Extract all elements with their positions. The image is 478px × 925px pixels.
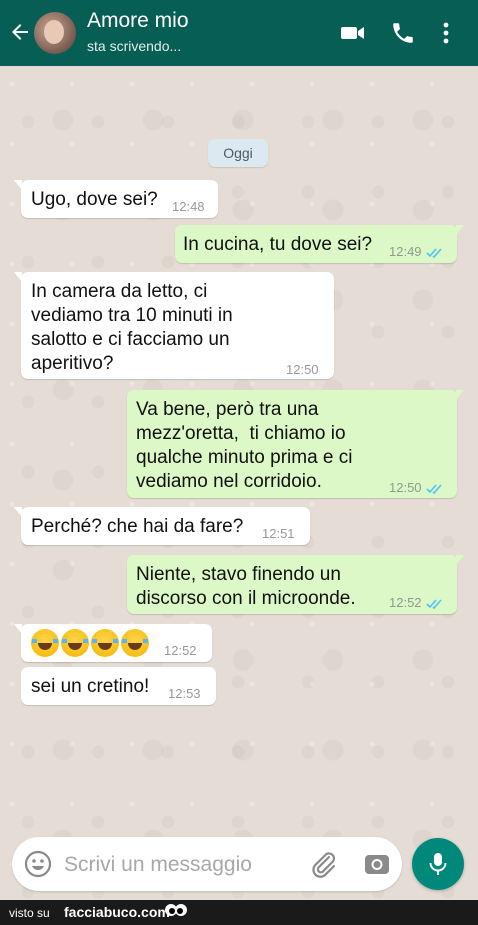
face-with-tears-of-joy-icon — [61, 629, 89, 657]
message-text: In cucina, tu dove sei? — [183, 234, 373, 255]
message-outgoing[interactable]: Va bene, però tra una mezz'oretta, ti ch… — [127, 390, 464, 498]
message-time: 12:49 — [389, 244, 422, 259]
video-call-icon[interactable] — [340, 20, 366, 46]
avatar[interactable] — [34, 12, 76, 54]
message-input[interactable] — [62, 847, 306, 883]
message-incoming[interactable]: 12:52 — [14, 624, 212, 664]
message-text: In camera da letto, ci vediamo tra 10 mi… — [31, 281, 233, 374]
read-double-check-icon — [425, 484, 442, 495]
camera-icon[interactable] — [363, 850, 391, 878]
message-incoming[interactable]: sei un cretino! 12:53 — [21, 667, 216, 705]
message-incoming[interactable]: In camera da letto, ci vediamo tra 10 mi… — [14, 272, 334, 379]
message-time: 12:50 — [286, 362, 319, 377]
message-composer — [12, 837, 402, 891]
message-time: 12:52 — [389, 595, 422, 610]
face-with-tears-of-joy-icon — [91, 629, 119, 657]
message-text: Perché? che hai da fare? — [31, 516, 244, 537]
read-double-check-icon — [425, 599, 442, 610]
message-time: 12:48 — [172, 199, 205, 214]
emoji-row — [31, 629, 151, 664]
mic-button[interactable] — [412, 838, 464, 890]
message-outgoing[interactable]: Niente, stavo finendo un discorso con il… — [127, 555, 464, 614]
attach-icon[interactable] — [309, 849, 339, 879]
message-text: Va bene, però tra una mezz'oretta, ti ch… — [136, 399, 353, 492]
watermark-footer: visto su facciabuco.com — [0, 900, 478, 925]
read-double-check-icon — [425, 248, 442, 259]
back-arrow-icon[interactable] — [8, 20, 32, 44]
contact-name[interactable]: Amore mio — [87, 9, 189, 33]
eyes-logo-icon — [165, 904, 187, 916]
message-incoming[interactable]: Ugo, dove sei? 12:48 — [14, 180, 218, 218]
message-time: 12:50 — [389, 480, 422, 495]
message-time: 12:53 — [168, 686, 201, 701]
message-time: 12:52 — [164, 643, 197, 658]
message-time: 12:51 — [262, 526, 295, 541]
message-text: Niente, stavo finendo un discorso con il… — [136, 564, 356, 609]
face-with-tears-of-joy-icon — [31, 629, 59, 657]
footer-brand[interactable]: facciabuco.com — [64, 904, 170, 920]
date-chip: Oggi — [208, 139, 268, 167]
message-incoming[interactable]: Perché? che hai da fare? 12:51 — [14, 507, 310, 545]
chat-area[interactable]: Oggi Ugo, dove sei? 12:48 In cucina, tu … — [0, 66, 478, 900]
emoji-icon[interactable] — [22, 848, 54, 880]
phone-icon[interactable] — [390, 20, 416, 46]
mic-icon — [429, 853, 447, 875]
face-with-tears-of-joy-icon — [121, 629, 149, 657]
message-text: Ugo, dove sei? — [31, 189, 158, 210]
footer-visto-label: visto su — [9, 906, 50, 920]
more-vertical-icon[interactable] — [436, 20, 456, 46]
chat-header: Amore mio sta scrivendo... — [0, 0, 478, 66]
typing-status: sta scrivendo... — [87, 38, 182, 54]
message-text: sei un cretino! — [31, 676, 150, 697]
message-outgoing[interactable]: In cucina, tu dove sei? 12:49 — [175, 225, 464, 263]
